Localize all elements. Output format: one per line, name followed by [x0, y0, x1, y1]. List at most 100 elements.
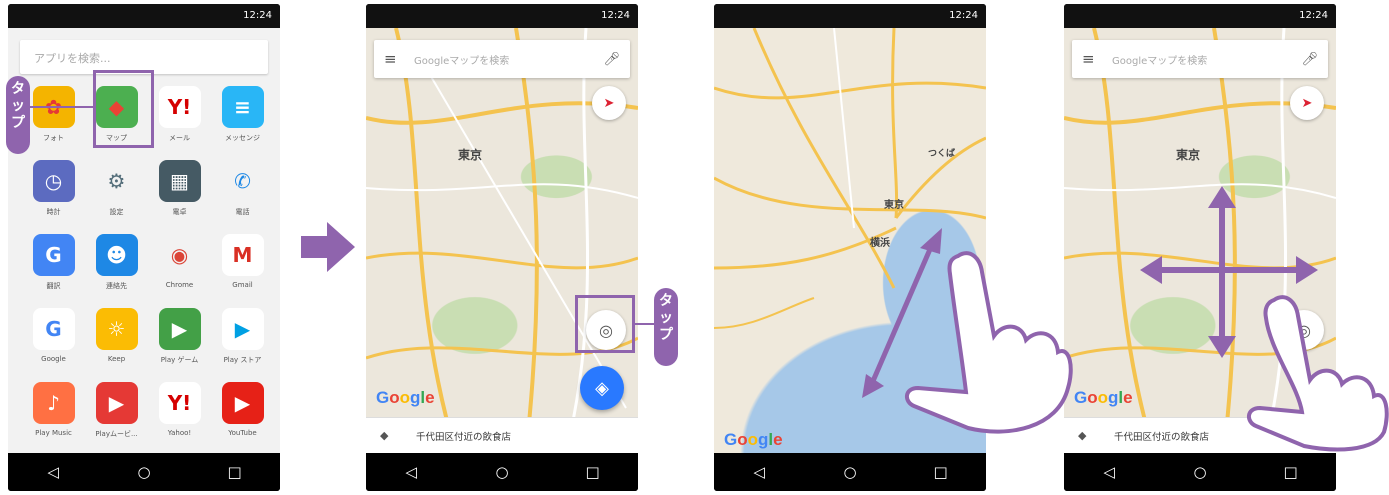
yahoo-icon: Y! — [158, 382, 201, 424]
app-label: 時計 — [46, 208, 61, 216]
status-time: 12:24 — [1299, 10, 1328, 21]
home-icon[interactable]: ○ — [124, 463, 164, 481]
back-icon[interactable]: ◁ — [391, 463, 431, 481]
gmail-icon: M — [221, 234, 264, 276]
translate-icon: G — [32, 234, 75, 276]
place-icon: ◆ — [380, 429, 389, 442]
app-label: 翻訳 — [46, 282, 61, 290]
app-search-input[interactable]: アプリを検索... — [20, 40, 268, 74]
app-label: YouTube — [228, 429, 257, 437]
app-phone[interactable]: ✆ 電話 — [211, 160, 274, 217]
status-bar: 12:24 — [366, 4, 638, 28]
app-contacts[interactable]: ☻ 連絡先 — [85, 234, 148, 291]
app-play-movies[interactable]: ▶ Playムービ... — [85, 382, 148, 439]
play-movies-icon: ▶ — [95, 382, 138, 424]
phone-maps: 12:24 東京 ≡ Googleマップを検索 🎤︎ ➤ ◎ ◈ Google … — [366, 4, 638, 491]
app-label: Play Music — [35, 429, 72, 437]
nav-bar: ◁ ○ □ — [714, 453, 986, 491]
google-icon: G — [32, 308, 75, 350]
status-bar: 12:24 — [8, 4, 280, 28]
home-icon[interactable]: ○ — [482, 463, 522, 481]
keep-bulb-icon: ☼ — [95, 308, 138, 350]
menu-icon[interactable]: ≡ — [1082, 50, 1112, 68]
app-youtube[interactable]: ▶ YouTube — [211, 382, 274, 439]
status-time: 12:24 — [243, 10, 272, 21]
maps-search-bar[interactable]: ≡ Googleマップを検索 🎤︎ — [1072, 40, 1328, 78]
maps-app-highlight — [93, 70, 154, 148]
app-label: 連絡先 — [106, 282, 127, 290]
maps-search-input[interactable]: Googleマップを検索 — [414, 52, 603, 67]
app-label: Keep — [107, 355, 126, 363]
recents-icon[interactable]: □ — [573, 463, 613, 481]
app-clock[interactable]: ◷ 時計 — [22, 160, 85, 217]
back-icon[interactable]: ◁ — [1089, 463, 1129, 481]
map-label-tokyo: 東京 — [1176, 148, 1201, 162]
phone-icon: ✆ — [221, 160, 264, 202]
app-chrome[interactable]: ◉ Chrome — [148, 234, 211, 291]
mic-icon[interactable]: 🎤︎ — [1301, 52, 1318, 67]
compass-icon[interactable]: ➤ — [592, 86, 626, 120]
recents-icon[interactable]: □ — [215, 463, 255, 481]
app-settings-gear[interactable]: ⚙ 設定 — [85, 160, 148, 217]
app-messenger[interactable]: ≡ メッセンジ — [211, 86, 274, 143]
map-view[interactable]: 東京 ≡ Googleマップを検索 🎤︎ ➤ ◎ ◈ Google ◆ 千代田区… — [366, 28, 638, 453]
back-icon[interactable]: ◁ — [33, 463, 73, 481]
youtube-icon: ▶ — [221, 382, 264, 424]
app-google[interactable]: G Google — [22, 308, 85, 365]
settings-gear-icon: ⚙ — [95, 160, 138, 202]
play-store-icon: ▶ — [221, 308, 264, 350]
nearby-restaurants-text: 千代田区付近の飲食店 — [416, 431, 512, 443]
mic-icon[interactable]: 🎤︎ — [603, 52, 620, 67]
app-gmail[interactable]: M Gmail — [211, 234, 274, 291]
app-label: 電卓 — [172, 208, 187, 216]
back-icon[interactable]: ◁ — [739, 463, 779, 481]
recents-icon[interactable]: □ — [1271, 463, 1311, 481]
nav-bar: ◁ ○ □ — [1064, 453, 1336, 491]
contacts-icon: ☻ — [95, 234, 138, 276]
yahoo-mail-icon: Y! — [158, 86, 201, 128]
app-label: 電話 — [235, 208, 250, 216]
play-games-icon: ▶ — [158, 308, 201, 350]
hand-gesture-icon — [1247, 295, 1389, 452]
directions-button[interactable]: ◈ — [580, 366, 624, 410]
map-label-tokyo: 東京 — [884, 200, 904, 211]
app-photos-pinwheel[interactable]: ✿ フォト — [22, 86, 85, 143]
nav-bar: ◁ ○ □ — [8, 453, 280, 491]
clock-icon: ◷ — [32, 160, 75, 202]
pinch-gesture-icon — [862, 228, 1073, 434]
maps-search-input[interactable]: Googleマップを検索 — [1112, 52, 1301, 67]
app-label: メッセンジ — [225, 134, 260, 142]
tap-label-maps: タップ — [6, 76, 30, 154]
status-time: 12:24 — [949, 10, 978, 21]
app-yahoo-mail[interactable]: Y! メール — [148, 86, 211, 143]
nearby-restaurants-text: 千代田区付近の飲食店 — [1114, 431, 1210, 443]
app-label: Play ゲーム — [160, 356, 199, 364]
tap-connector-2 — [634, 323, 656, 325]
app-label: Google — [41, 355, 66, 363]
app-translate[interactable]: G 翻訳 — [22, 234, 85, 291]
app-keep-bulb[interactable]: ☼ Keep — [85, 308, 148, 365]
menu-icon[interactable]: ≡ — [384, 50, 414, 68]
app-label: Yahoo! — [167, 429, 192, 437]
next-step-arrow-icon — [301, 222, 355, 272]
status-bar: 12:24 — [1064, 4, 1336, 28]
play-music-icon: ♪ — [32, 382, 75, 424]
app-play-games[interactable]: ▶ Play ゲーム — [148, 308, 211, 365]
app-label: Gmail — [232, 281, 253, 289]
app-label: Play ストア — [223, 356, 262, 364]
compass-icon[interactable]: ➤ — [1290, 86, 1324, 120]
home-icon[interactable]: ○ — [1180, 463, 1220, 481]
app-play-store[interactable]: ▶ Play ストア — [211, 308, 274, 365]
google-logo: Google — [1074, 388, 1133, 407]
nearby-restaurants-card[interactable]: ◆ 千代田区付近の飲食店 — [366, 417, 638, 453]
app-play-music[interactable]: ♪ Play Music — [22, 382, 85, 439]
home-icon[interactable]: ○ — [830, 463, 870, 481]
recents-icon[interactable]: □ — [921, 463, 961, 481]
app-label: Playムービ... — [95, 430, 138, 438]
tap-connector-1 — [30, 106, 94, 108]
status-time: 12:24 — [601, 10, 630, 21]
app-yahoo[interactable]: Y! Yahoo! — [148, 382, 211, 439]
app-calculator[interactable]: ▦ 電卓 — [148, 160, 211, 217]
maps-search-bar[interactable]: ≡ Googleマップを検索 🎤︎ — [374, 40, 630, 78]
nav-bar: ◁ ○ □ — [366, 453, 638, 491]
